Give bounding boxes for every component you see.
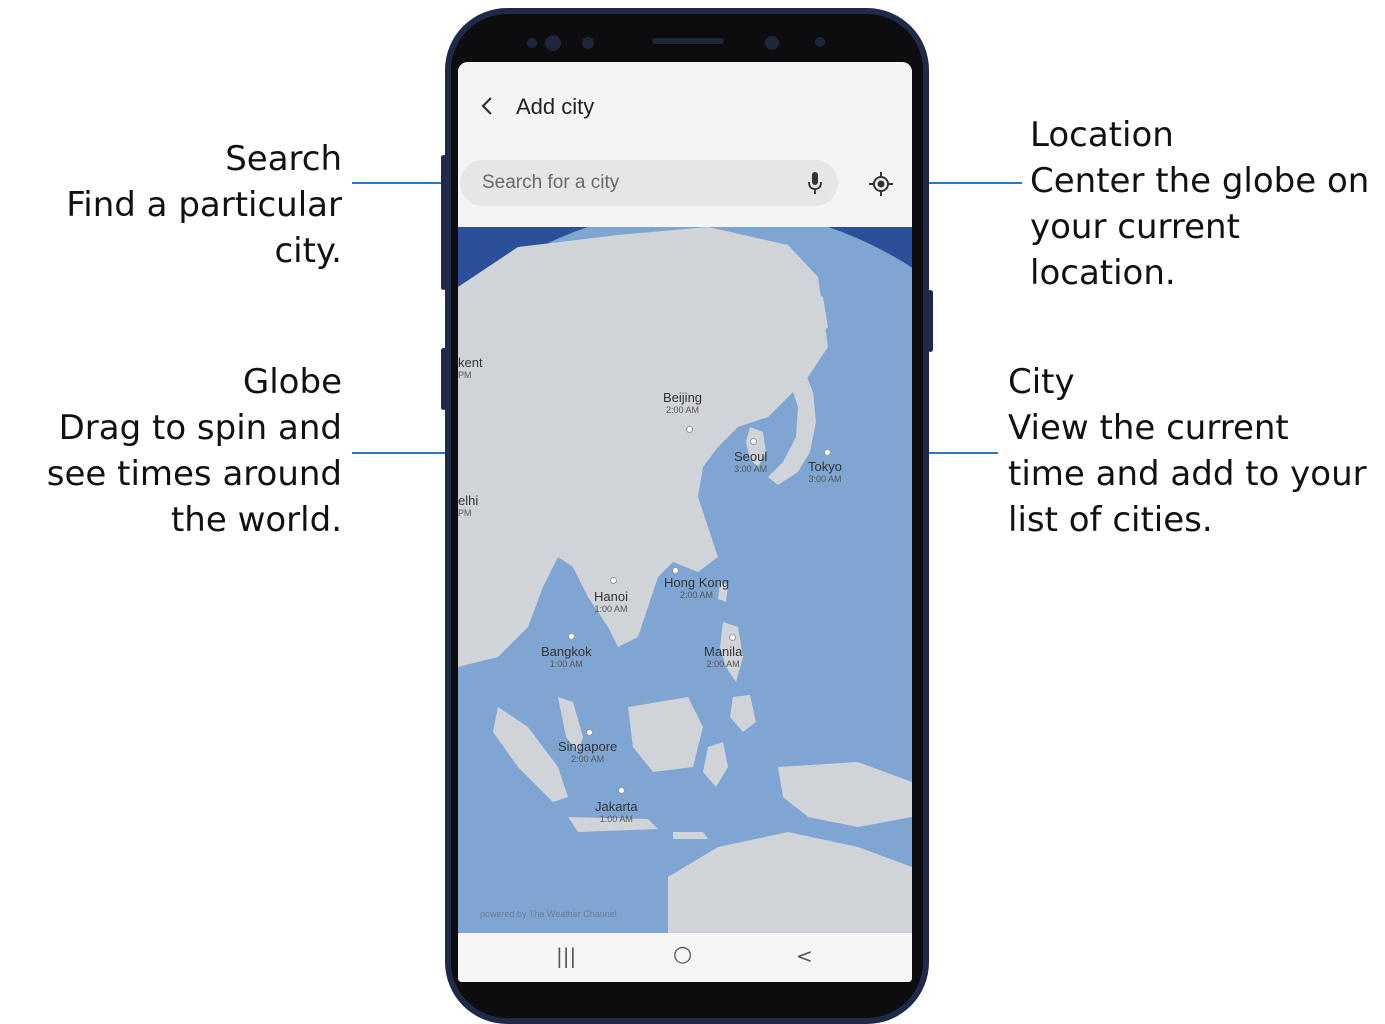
page-title: Add city (516, 94, 595, 119)
city-dot[interactable] (686, 426, 693, 433)
phone-sensor-4 (815, 37, 825, 47)
city-name: Hong Kong (664, 575, 730, 590)
globe-callout-title: Globe (242, 362, 342, 402)
city-dot[interactable] (618, 787, 625, 794)
back-button[interactable]: < (796, 944, 813, 968)
city-time: 1:00 AM (599, 814, 633, 824)
search-placeholder: Search for a city (482, 172, 620, 193)
search-callout-title: Search (225, 139, 342, 179)
city-name: Hanoi (594, 589, 628, 604)
city-label[interactable]: Manila 2:00 AM (704, 644, 742, 669)
city-time: PM (458, 370, 472, 380)
phone-front-camera (765, 36, 779, 50)
recents-button[interactable]: ||| (556, 944, 576, 968)
city-label[interactable]: Hong Kong 2:00 AM (664, 575, 729, 600)
city-name: Bangkok (541, 644, 592, 659)
search-callout: Search Find a particular city. (0, 136, 342, 274)
city-callout: City View the current time and add to yo… (1008, 359, 1367, 543)
app-header: Add city Search for a city (458, 62, 912, 227)
globe-callout-desc-2: see times around (46, 454, 342, 494)
phone-sensor-1 (527, 38, 537, 48)
city-callout-desc-3: list of cities. (1008, 500, 1213, 540)
city-label[interactable]: Jakarta 1:00 AM (595, 799, 638, 824)
city-name: Tokyo (808, 459, 842, 474)
city-label[interactable]: Hanoi 1:00 AM (594, 589, 628, 614)
city-label[interactable]: Bangkok 1:00 AM (541, 644, 592, 669)
city-name: Singapore (558, 739, 618, 754)
city-time: 1:00 AM (549, 659, 583, 669)
city-label[interactable]: Beijing 2:00 AM (663, 390, 702, 415)
phone-screen: Add city Search for a city Beijing 2:00 … (458, 62, 912, 982)
city-dot[interactable] (672, 567, 679, 574)
city-callout-desc-1: View the current (1008, 408, 1289, 448)
weather-channel-credit: powered by The Weather Channel (480, 909, 617, 919)
city-callout-desc-2: time and add to your (1008, 454, 1367, 494)
city-time: 2:00 AM (666, 405, 700, 415)
phone-sensor-3 (582, 37, 594, 49)
city-label[interactable]: Tokyo 3:00 AM (808, 459, 842, 484)
city-time: 2:00 AM (571, 754, 605, 764)
crosshair-location-icon[interactable] (868, 171, 894, 201)
city-time: 3:00 AM (734, 464, 768, 474)
city-dot[interactable] (824, 449, 831, 456)
city-name: Manila (704, 644, 743, 659)
city-time: 3:00 AM (808, 474, 842, 484)
city-dot[interactable] (586, 729, 593, 736)
city-time: PM (458, 508, 472, 518)
system-nav-bar: ||| ○ < (458, 933, 912, 982)
city-label[interactable]: Seoul 3:00 AM (734, 449, 767, 474)
city-dot[interactable] (610, 577, 617, 584)
home-button[interactable]: ○ (673, 942, 692, 967)
location-callout-desc-1: Center the globe on (1030, 161, 1370, 201)
search-callout-desc: Find a particular city. (66, 185, 342, 271)
city-callout-title: City (1008, 362, 1075, 402)
city-name: kent (458, 355, 483, 370)
location-callout: Location Center the globe on your curren… (1030, 112, 1385, 296)
microphone-icon[interactable] (806, 171, 824, 199)
phone-speaker (652, 38, 724, 44)
search-input[interactable]: Search for a city (460, 160, 838, 206)
city-label[interactable]: Singapore 2:00 AM (558, 739, 617, 764)
globe-callout-desc-3: the world. (170, 500, 342, 540)
city-name: Jakarta (595, 799, 638, 814)
city-time: 1:00 AM (594, 604, 628, 614)
city-dot[interactable] (729, 634, 736, 641)
city-label[interactable]: elhi PM (458, 493, 478, 518)
globe-callout: Globe Drag to spin and see times around … (47, 359, 342, 543)
globe-map[interactable]: Beijing 2:00 AM Seoul 3:00 AM Tokyo 3:00… (458, 207, 912, 982)
city-time: 2:00 AM (706, 659, 740, 669)
city-name: Beijing (663, 390, 703, 405)
phone-sensor-2 (545, 35, 561, 51)
back-chevron-icon[interactable] (480, 94, 494, 124)
city-dot[interactable] (750, 438, 757, 445)
location-callout-desc-2: your current location. (1030, 207, 1240, 293)
city-name: elhi (458, 493, 479, 508)
location-callout-title: Location (1030, 115, 1174, 155)
city-dot[interactable] (568, 633, 575, 640)
city-time: 2:00 AM (680, 590, 714, 600)
city-label[interactable]: kent PM (458, 355, 483, 380)
globe-callout-desc-1: Drag to spin and (58, 408, 342, 448)
city-name: Seoul (734, 449, 768, 464)
